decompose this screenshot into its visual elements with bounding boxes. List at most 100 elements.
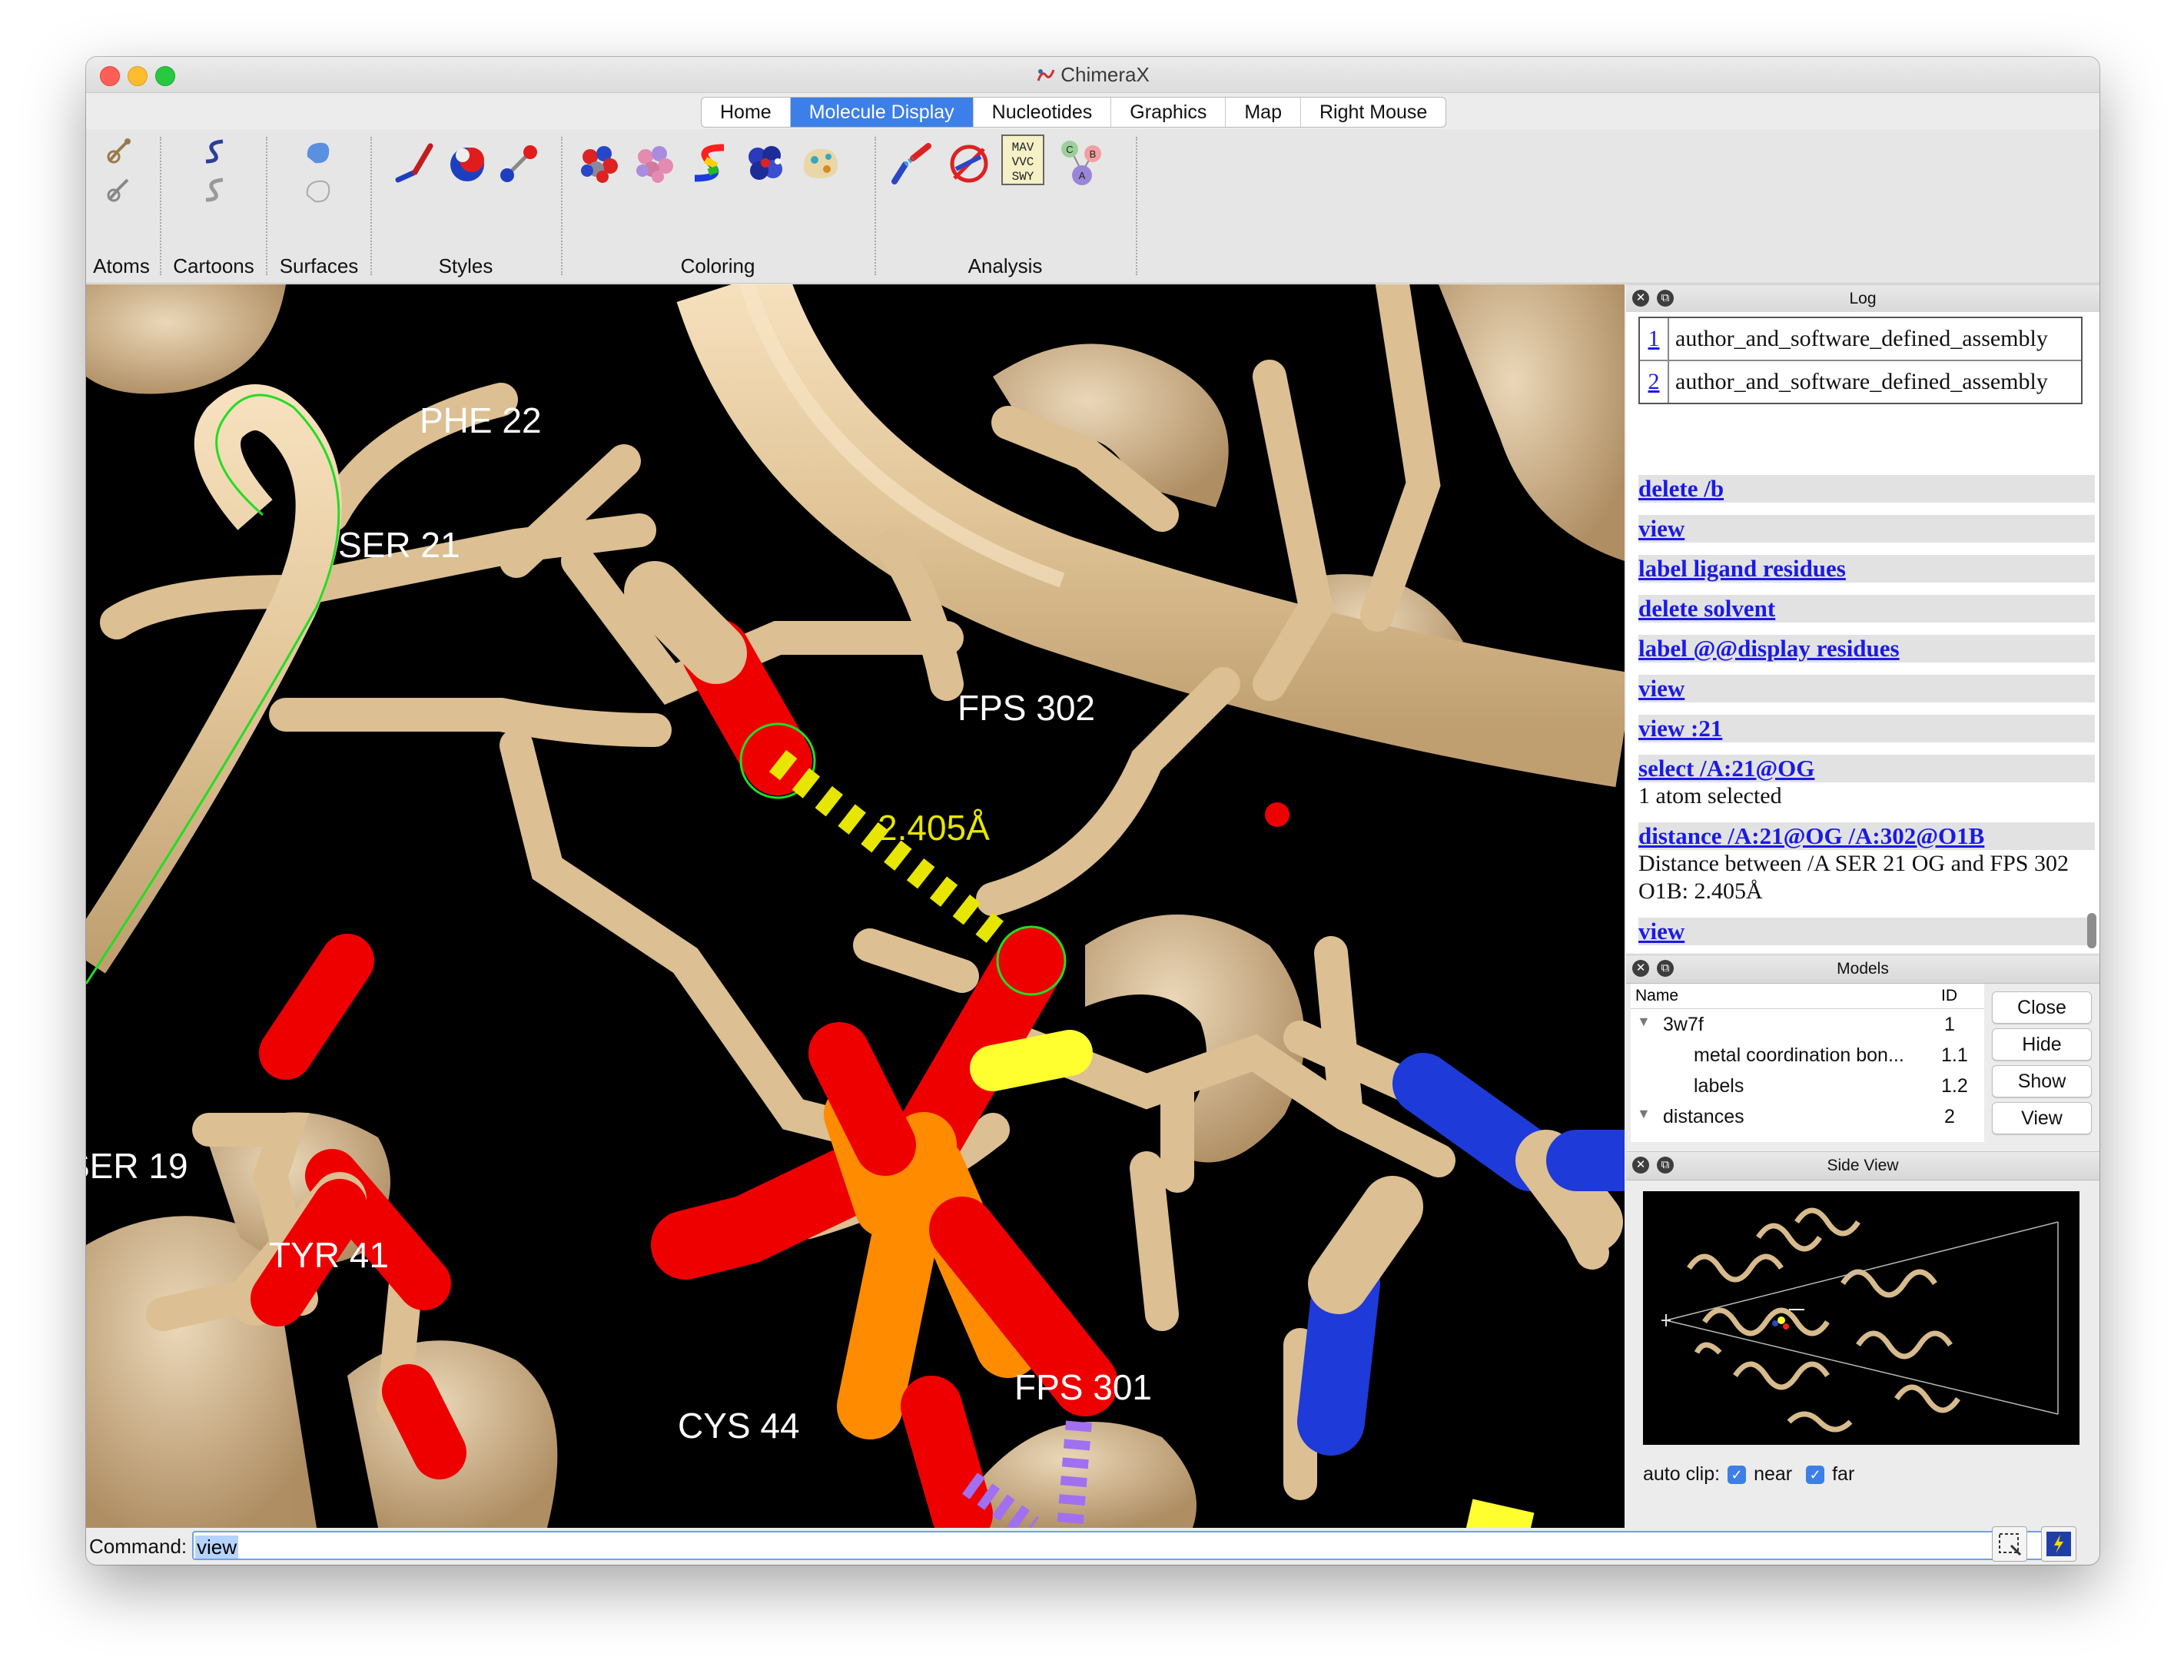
atoms-group: Atoms <box>86 129 157 283</box>
near-label: near <box>1754 1463 1793 1485</box>
hide-atoms-icon[interactable] <box>101 172 137 208</box>
tab-home[interactable]: Home <box>702 98 791 127</box>
tab-nucleotides[interactable]: Nucleotides <box>974 98 1112 127</box>
assembly-link[interactable]: 1 <box>1640 318 1669 360</box>
svg-text:A: A <box>1079 170 1086 181</box>
label-fps301: FPS 301 <box>1014 1367 1152 1407</box>
log-panel[interactable]: 1 author_and_software_defined_assembly 2… <box>1626 312 2099 953</box>
surfaces-label: Surfaces <box>279 254 359 277</box>
log-command-link[interactable]: view <box>1638 918 2095 945</box>
color-by-hydrophobicity-icon[interactable] <box>796 138 845 188</box>
model-row[interactable]: ▼ distances 2 <box>1631 1101 1984 1132</box>
log-output: 1 atom selected <box>1638 783 1782 808</box>
label-distance: 2.405Å <box>878 808 990 848</box>
coloring-group: Coloring <box>564 129 871 283</box>
styles-group: Styles <box>373 129 558 283</box>
styles-label: Styles <box>438 254 493 277</box>
show-surfaces-icon[interactable] <box>300 134 337 169</box>
log-command-link[interactable]: distance /A:21@OG /A:302@O1B <box>1638 822 2095 850</box>
model-row[interactable]: metal coordination bon... 1.1 <box>1631 1040 1984 1071</box>
coloring-label: Coloring <box>680 254 755 277</box>
chain-contacts-icon[interactable]: C B A <box>1056 137 1107 191</box>
far-checkbox[interactable]: ✓ <box>1806 1465 1825 1484</box>
title-bar: ChimeraX <box>86 57 2099 93</box>
label-fps302: FPS 302 <box>958 688 1095 728</box>
log-title: Log <box>1849 290 1877 307</box>
model-row[interactable]: ▼ 3w7f 1 <box>1631 1009 1984 1040</box>
auto-clip-label: auto clip: <box>1643 1463 1721 1485</box>
selection-inspector-icon[interactable] <box>1992 1526 2027 1562</box>
label-phe22: PHE 22 <box>420 400 542 440</box>
models-title: Models <box>1837 960 1889 978</box>
log-command-link[interactable]: view <box>1638 675 2095 702</box>
tab-map[interactable]: Map <box>1226 98 1301 127</box>
log-command-link[interactable]: select /A:21@OG <box>1638 755 2095 782</box>
disclosure-triangle-icon[interactable]: ▼ <box>1637 1106 1651 1122</box>
label-ser19: SER 19 <box>86 1146 188 1186</box>
hide-surfaces-icon[interactable] <box>300 172 337 208</box>
svg-text:SWY: SWY <box>1012 170 1034 184</box>
label-cys44: CYS 44 <box>678 1406 800 1446</box>
show-atoms-icon[interactable] <box>101 134 137 169</box>
table-row: 2 author_and_software_defined_assembly <box>1640 361 2081 403</box>
chimerax-logo-icon <box>1037 69 1055 81</box>
tab-graphics[interactable]: Graphics <box>1111 98 1226 127</box>
col-id: ID <box>1941 987 1957 1004</box>
hbonds-icon[interactable] <box>887 138 938 189</box>
model-row[interactable]: labels 1.2 <box>1631 1071 1984 1101</box>
log-output: Distance between /A SER 21 OG and FPS 30… <box>1638 851 2069 904</box>
toolbar: Atoms Cartoons Surfaces Styles Coloring … <box>86 129 2099 284</box>
close-model-button[interactable]: Close <box>1992 991 2092 1024</box>
show-cartoons-icon[interactable] <box>197 134 232 169</box>
graphics-update-icon[interactable] <box>2041 1526 2076 1562</box>
svg-text:B: B <box>1090 148 1097 160</box>
models-header: ✕ ⧉ Models <box>1626 955 2099 984</box>
hide-cartoons-icon[interactable] <box>197 172 232 208</box>
log-command-link[interactable]: delete /b <box>1638 475 2095 503</box>
disclosure-triangle-icon[interactable]: ▼ <box>1637 1014 1651 1030</box>
log-command-link[interactable]: label @@display residues <box>1638 635 2095 662</box>
rainbow-icon[interactable] <box>685 138 735 188</box>
sphere-style-icon[interactable] <box>444 138 490 188</box>
assembly-link[interactable]: 2 <box>1640 361 1669 403</box>
hide-model-button[interactable]: Hide <box>1992 1028 2092 1061</box>
side-view-scene <box>1643 1191 2079 1445</box>
auto-clip-controls: auto clip: ✓ near ✓ far <box>1643 1463 1854 1486</box>
svg-text:C: C <box>1066 144 1073 155</box>
log-vertical-scrollbar[interactable] <box>2087 913 2096 948</box>
tab-right-mouse[interactable]: Right Mouse <box>1301 98 1445 127</box>
label-tyr41: TYR 41 <box>269 1235 389 1275</box>
ribbon-tabs: Home Molecule Display Nucleotides Graphi… <box>86 92 2099 129</box>
near-checkbox[interactable]: ✓ <box>1728 1465 1747 1484</box>
side-view-canvas[interactable] <box>1643 1191 2079 1445</box>
show-model-button[interactable]: Show <box>1992 1065 2092 1097</box>
color-by-polymer-icon[interactable] <box>741 138 790 188</box>
view-model-button[interactable]: View <box>1992 1102 2092 1134</box>
table-row: 1 author_and_software_defined_assembly <box>1640 318 2081 361</box>
command-bar: Command: view ▾ <box>86 1528 2099 1565</box>
log-command-link[interactable]: view :21 <box>1638 715 2095 742</box>
graphics-viewer[interactable]: PHE 22 SER 21 FPS 302 2.405Å SER 19 TYR … <box>86 284 1625 1528</box>
ball-and-stick-icon[interactable] <box>496 138 543 188</box>
log-command-link[interactable]: view <box>1638 515 2095 543</box>
color-by-element-icon[interactable] <box>575 138 624 188</box>
chimerax-window: ChimeraX Home Molecule Display Nucleotid… <box>86 57 2099 1565</box>
assembly-table: 1 author_and_software_defined_assembly 2… <box>1638 317 2083 404</box>
command-input[interactable]: view ▾ <box>192 1531 2075 1560</box>
command-label: Command: <box>89 1535 188 1558</box>
log-header: ✕ ⧉ Log <box>1626 284 2099 314</box>
models-table: Name ID ▼ 3w7f 1 metal coordination bon.… <box>1631 984 1984 1142</box>
svg-text:VVC: VVC <box>1012 155 1034 169</box>
cartoons-label: Cartoons <box>173 254 254 277</box>
cartoons-group: Cartoons <box>163 129 264 283</box>
log-command-link[interactable]: delete solvent <box>1638 595 2095 623</box>
models-table-header: Name ID <box>1631 984 1984 1009</box>
sequence-icon[interactable]: MAV VVC SWY <box>1001 134 1045 186</box>
stick-style-icon[interactable] <box>392 138 438 188</box>
log-command-link[interactable]: label ligand residues <box>1638 555 2095 583</box>
clashes-icon[interactable] <box>944 138 994 189</box>
tab-molecule-display[interactable]: Molecule Display <box>790 98 974 127</box>
analysis-label: Analysis <box>968 254 1043 277</box>
color-by-chain-icon[interactable] <box>630 138 679 188</box>
models-panel: Name ID ▼ 3w7f 1 metal coordination bon.… <box>1626 982 2099 1144</box>
